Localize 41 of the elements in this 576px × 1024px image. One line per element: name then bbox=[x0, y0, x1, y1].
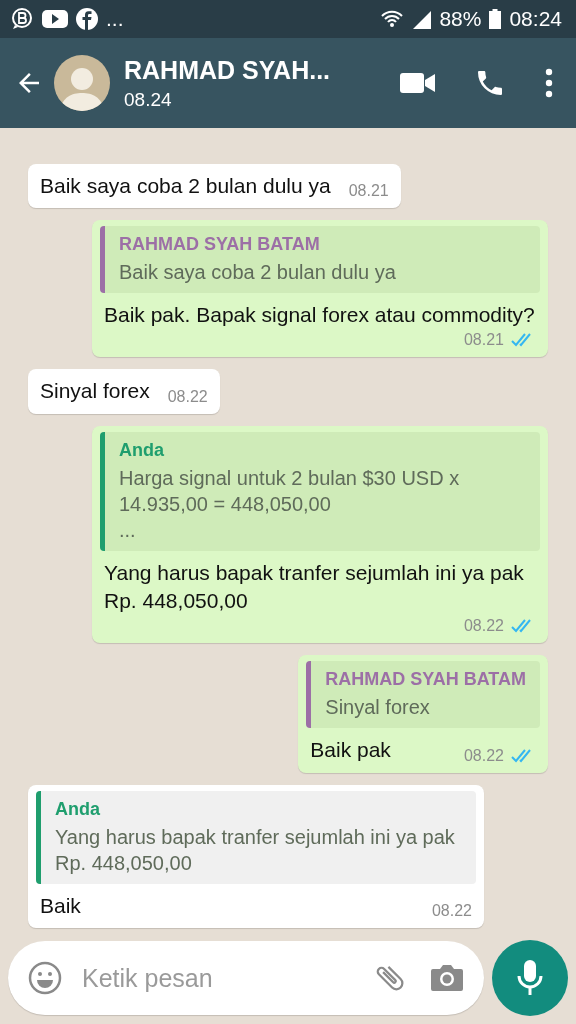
contact-name[interactable]: RAHMAD SYAH... bbox=[124, 55, 370, 85]
quoted-message[interactable]: Anda Harga signal untuk 2 bulan $30 USD x 14.935,00 = 448,050,00 ... bbox=[100, 431, 540, 551]
video-camera-icon bbox=[400, 71, 436, 95]
chat-bubble-icon bbox=[10, 7, 34, 31]
message-time: 08.21 bbox=[463, 331, 504, 350]
message-time: 08.22 bbox=[167, 387, 208, 406]
quoted-text: Sinyal forex bbox=[325, 695, 431, 721]
wifi-icon bbox=[381, 9, 404, 29]
quoted-author: Anda bbox=[55, 798, 101, 820]
quoted-message[interactable]: Anda Yang harus bapak tranfer sejumlah ini ya pak Rp. 448,050,00 bbox=[36, 790, 476, 884]
more-notifications: ... bbox=[106, 7, 124, 31]
message-time: 08.22 bbox=[463, 746, 504, 765]
signal-icon bbox=[411, 9, 432, 29]
quoted-text: Harga signal untuk 2 bulan $30 USD x 14.935,00 = 448,050,00 ... bbox=[119, 465, 461, 543]
clock-time: 08:24 bbox=[509, 7, 562, 31]
quoted-text: Baik saya coba 2 bulan dulu ya bbox=[119, 259, 397, 285]
f-logo-icon bbox=[76, 8, 98, 30]
quoted-message[interactable]: RAHMAD SYAH BATAM Baik saya coba 2 bulan dulu ya bbox=[100, 225, 540, 293]
avatar[interactable] bbox=[54, 55, 110, 111]
quoted-author: RAHMAD SYAH BATAM bbox=[325, 669, 526, 691]
message-time: 08.21 bbox=[348, 181, 389, 200]
quoted-author: Anda bbox=[119, 439, 165, 461]
message-time: 08.22 bbox=[431, 902, 472, 920]
quoted-message[interactable]: RAHMAD SYAH BATAM Sinyal forex bbox=[306, 661, 540, 729]
menu-icon bbox=[544, 68, 554, 98]
camera-icon bbox=[430, 963, 464, 993]
message-text: Baik bbox=[40, 892, 81, 919]
play-icon bbox=[42, 9, 68, 29]
message-text: Baik pak bbox=[310, 737, 391, 764]
microphone-icon bbox=[515, 958, 545, 998]
smiley-icon bbox=[28, 961, 62, 995]
battery-icon bbox=[489, 9, 502, 29]
message-text: Sinyal forex bbox=[40, 378, 150, 405]
quoted-text: Yang harus bapak tranfer sejumlah ini ya pak Rp. 448,050,00 bbox=[55, 824, 456, 876]
message-text: Yang harus bapak tranfer sejumlah ini ya pak Rp. 448,050,00 bbox=[104, 559, 525, 614]
quoted-author: RAHMAD SYAH BATAM bbox=[119, 233, 321, 255]
message-text: Baik pak. Bapak signal forex atau commodity? bbox=[104, 301, 535, 328]
message-time: 08.22 bbox=[463, 617, 504, 636]
battery-percent: 88% bbox=[439, 7, 482, 31]
message-text: Baik saya coba 2 bulan dulu ya bbox=[40, 172, 331, 199]
last-seen: 08.24 bbox=[124, 88, 173, 111]
